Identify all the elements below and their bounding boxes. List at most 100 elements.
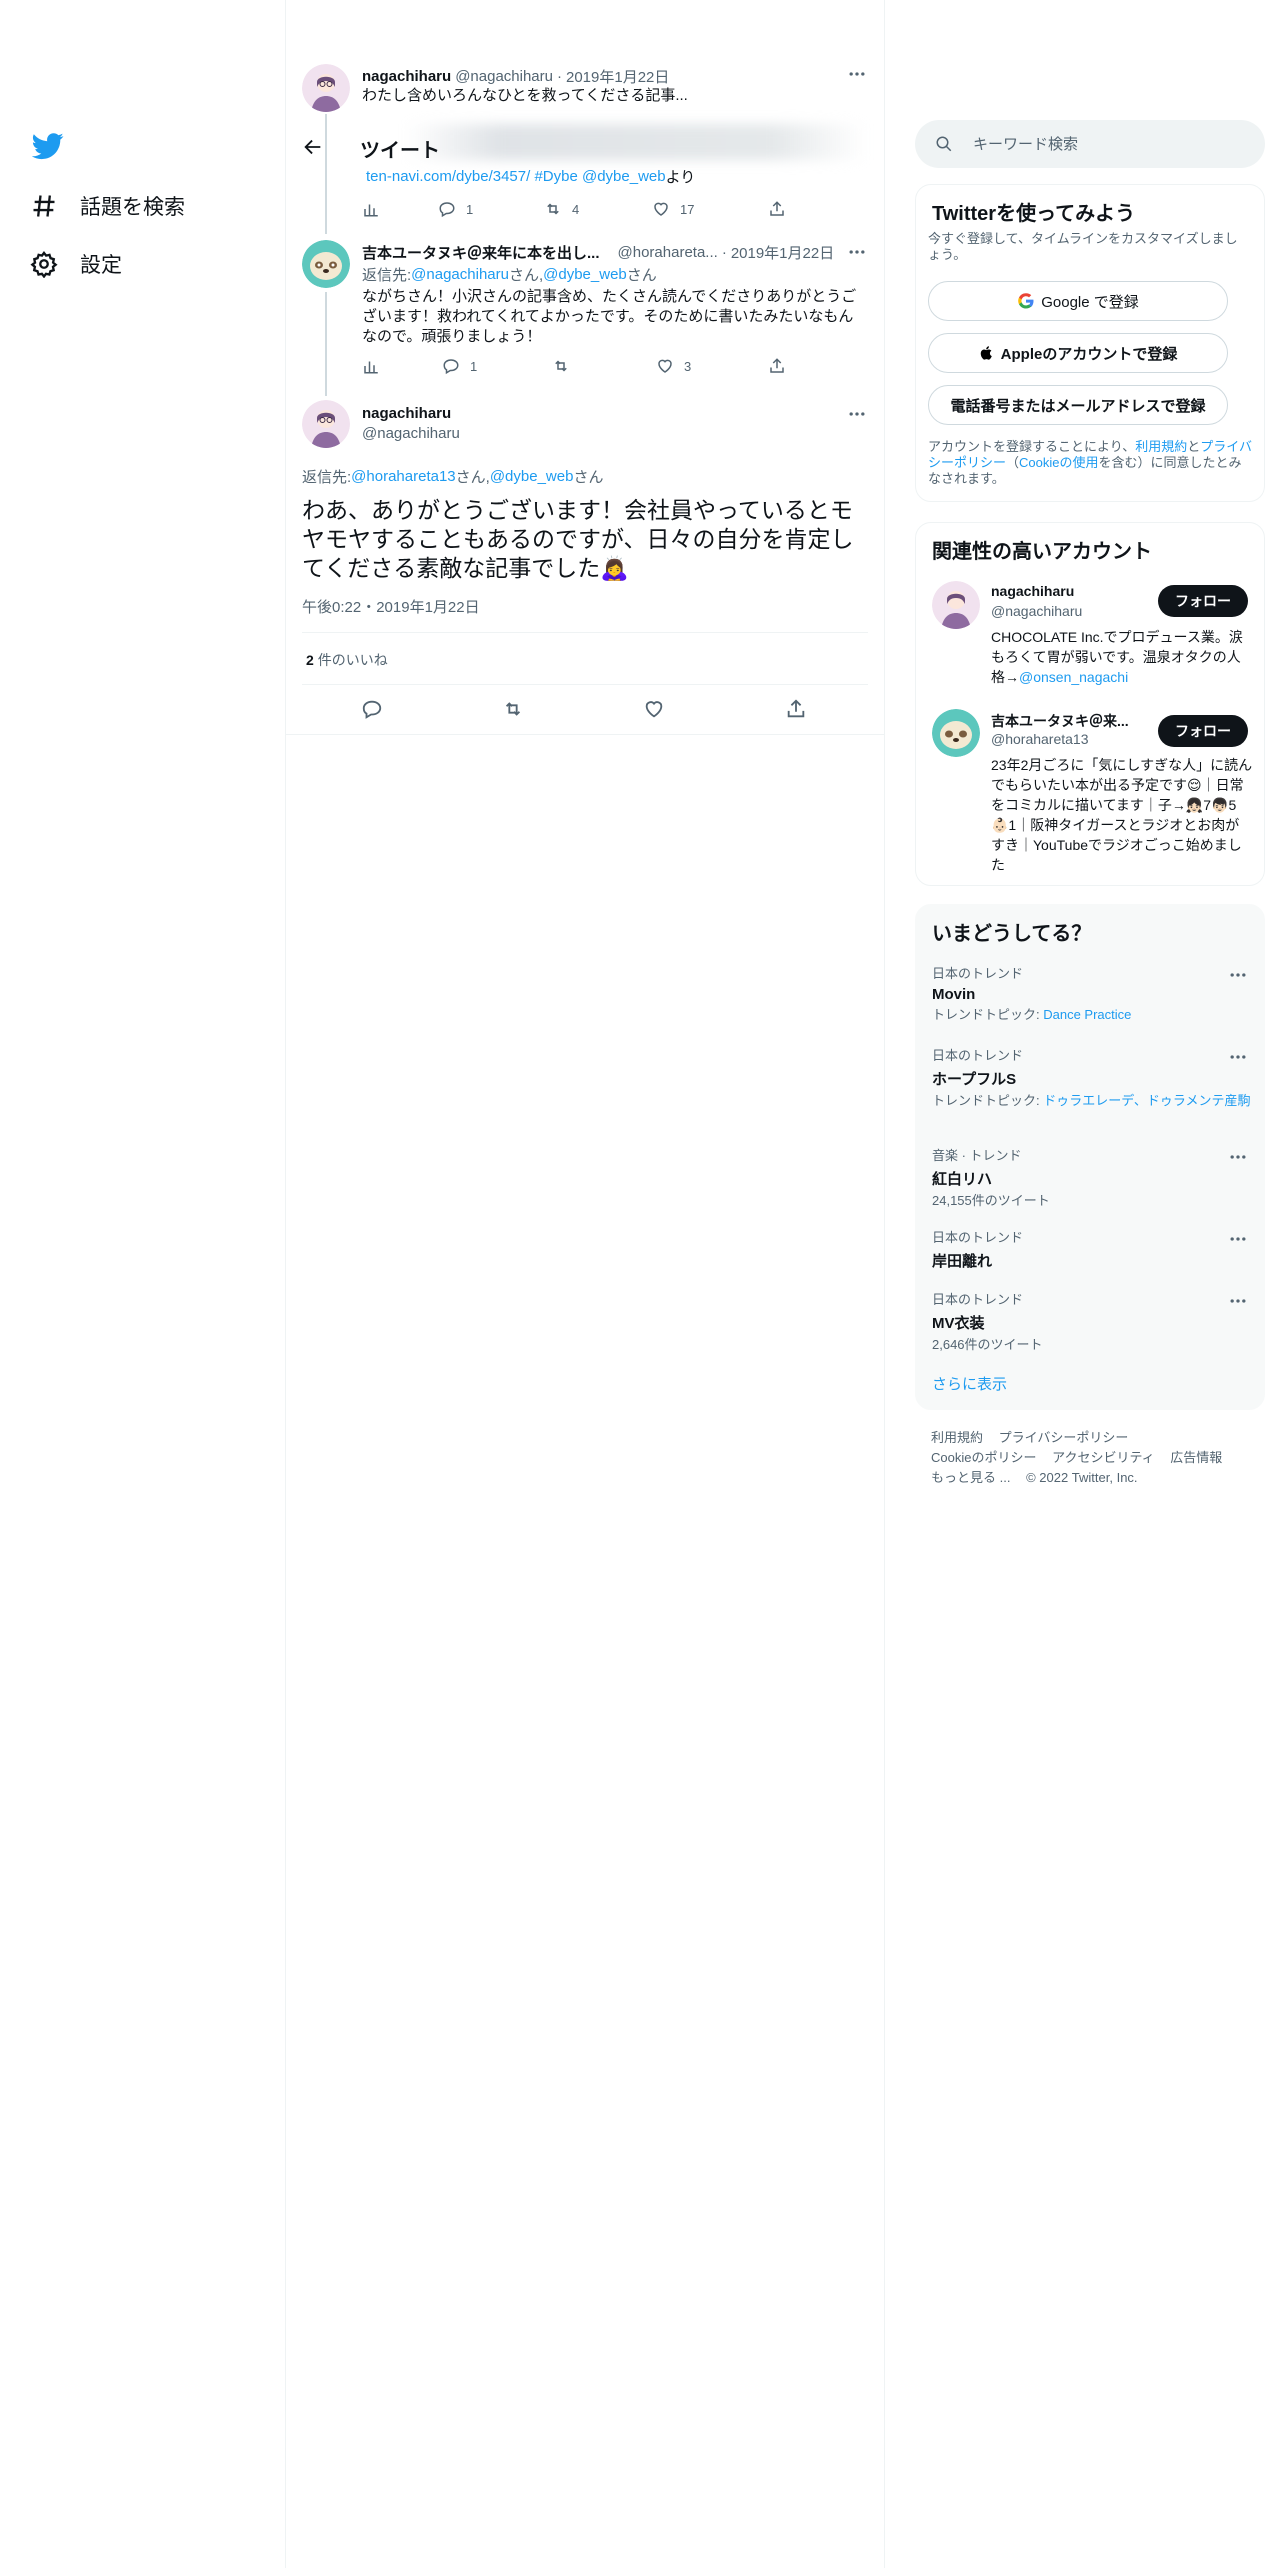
trend-topic-link[interactable]: Dance Practice [1043,1007,1131,1022]
twitter-logo-icon[interactable] [32,130,64,162]
mention-link[interactable]: @dybe_web [490,468,574,485]
trend-category: 日本のトレンド [932,1048,1024,1063]
more-icon[interactable] [1228,965,1248,985]
like-button[interactable]: 3 [656,357,691,375]
account-name[interactable]: nagachiharu [991,583,1074,599]
footer-accessibility-link[interactable]: アクセシビリティ [1052,1450,1155,1465]
mention-link[interactable]: @dybe_web [543,266,627,283]
heart-icon[interactable] [643,698,665,720]
avatar[interactable] [932,709,980,757]
follow-button[interactable]: フォロー [1158,585,1248,617]
footer-ads-link[interactable]: 広告情報 [1170,1450,1222,1465]
terms-link[interactable]: 利用規約 [1135,439,1187,454]
avatar[interactable] [932,581,980,629]
show-more-link[interactable]: さらに表示 [932,1373,1007,1394]
terms-text: （ [1006,455,1020,470]
author-handle[interactable]: @nagachiharu [362,425,460,442]
link-suffix: より [665,169,696,186]
google-signup-button[interactable]: Google で登録 [928,281,1228,321]
account-handle[interactable]: @horahareta13 [991,731,1089,747]
account-bio: 23年2月ごろに「気にしすぎな人」に読んでもらいたい本が出る予定です😌｜日常をコ… [991,757,1253,873]
tweet-text: ながちさん！小沢さんの記事含め、たくさん読んでくださりありがとうございます！救わ… [362,288,857,345]
footer-copyright: © 2022 Twitter, Inc. [1026,1470,1138,1485]
retweet-button[interactable]: 4 [544,200,579,218]
tweet-date[interactable]: 2019年1月22日 [731,242,834,263]
likes-summary[interactable]: 2 件のいいね [306,650,388,670]
search-bar[interactable] [915,120,1265,168]
footer-cookie-link[interactable]: Cookieのポリシー [931,1450,1036,1465]
trend-item[interactable]: 日本のトレンド ホープフルS トレンドトピック: ドゥラエレーデ、ドゥラメンテ産… [932,1045,1252,1109]
more-icon[interactable] [1228,1147,1248,1167]
trend-item[interactable]: 日本のトレンド 岸田離れ [932,1227,1252,1271]
analytics-button[interactable] [362,357,380,375]
nav-settings[interactable]: 設定 [30,244,122,284]
tweet-header: 吉本ユータヌキ＠来年に本を出し... @horahareta... · 2019… [362,242,834,263]
page-title: ツイート [360,140,440,162]
bio-mention-link[interactable]: @onsen_nagachi [1019,669,1128,685]
footer-more-link[interactable]: もっと見る ... [931,1470,1010,1485]
reply-button[interactable]: 1 [438,200,473,218]
tweet-timestamp[interactable]: 午後0:22・2019年1月22日 [302,596,480,617]
more-icon[interactable] [1228,1229,1248,1249]
trend-item[interactable]: 音楽 · トレンド 紅白リハ 24,155件のツイート [932,1145,1252,1209]
phone-email-signup-button[interactable]: 電話番号またはメールアドレスで登録 [928,385,1228,425]
more-icon[interactable] [847,404,867,424]
mention-link[interactable]: @dybe_web [582,168,666,185]
footer-links: 利用規約 プライバシーポリシー Cookieのポリシー アクセシビリティ 広告情… [931,1428,1251,1488]
mention-link[interactable]: @nagachiharu [411,266,509,283]
more-icon[interactable] [847,64,867,84]
reply-icon [443,359,459,375]
retweet-count: 4 [572,201,580,217]
author-handle[interactable]: @nagachiharu [455,68,553,85]
share-button[interactable] [768,200,786,218]
footer-terms-link[interactable]: 利用規約 [931,1430,983,1445]
follow-button[interactable]: フォロー [1158,715,1248,747]
tweet-url-link[interactable]: ten-navi.com/dybe/3457/ [366,168,530,185]
trend-title: Movin [932,986,976,1003]
tweet-date[interactable]: 2019年1月22日 [566,66,669,87]
analytics-button[interactable] [362,200,380,218]
divider [286,734,884,735]
apple-signup-button[interactable]: Appleのアカウントで登録 [928,333,1228,373]
reply-count: 1 [470,358,478,374]
more-icon[interactable] [847,242,867,262]
more-icon[interactable] [1228,1047,1248,1067]
author-name[interactable]: nagachiharu [362,405,451,422]
retweet-icon[interactable] [502,698,524,720]
trend-item[interactable]: 日本のトレンド MV衣装 2,646件のツイート [932,1289,1252,1353]
nav-explore[interactable]: 話題を検索 [30,186,185,226]
author-handle[interactable]: @horahareta... [618,244,718,261]
author-name[interactable]: 吉本ユータヌキ＠来年に本を出し... [362,242,600,263]
retweet-button[interactable] [552,357,580,375]
signup-title: Twitterを使ってみよう [932,203,1136,225]
account-handle[interactable]: @nagachiharu [991,603,1082,619]
avatar[interactable] [302,240,350,288]
trend-category: 日本のトレンド [932,1292,1024,1307]
reply-button[interactable]: 1 [442,357,477,375]
account-name[interactable]: 吉本ユータヌキ＠来... [991,711,1151,731]
footer-privacy-link[interactable]: プライバシーポリシー [999,1430,1129,1445]
search-input[interactable] [973,135,1233,153]
separator-dot: · [556,68,562,85]
trend-meta: 24,155件のツイート [932,1193,1050,1208]
reply-prefix: 返信先: [362,267,412,284]
cookie-link[interactable]: Cookieの使用 [1019,455,1098,470]
share-icon[interactable] [785,698,807,720]
back-arrow-icon[interactable] [302,136,324,158]
like-button[interactable]: 17 [652,200,694,218]
hashtag-link[interactable]: #Dybe [534,168,577,185]
trend-item[interactable]: 日本のトレンド Movin トレンドトピック: Dance Practice [932,963,1252,1023]
avatar[interactable] [302,400,350,448]
share-button[interactable] [768,357,786,375]
left-navigation: 話題を検索 設定 [0,0,285,2568]
trend-title: 紅白リハ [932,1171,993,1188]
reply-icon[interactable] [361,698,383,720]
avatar[interactable] [302,64,350,112]
trends-card: いまどうしてる？ 日本のトレンド Movin トレンドトピック: Dance P… [915,904,1265,1410]
reply-count: 1 [466,201,474,217]
trend-topic-link[interactable]: ドゥラエレーデ、ドゥラメンテ産駒 [1043,1093,1250,1108]
author-name[interactable]: nagachiharu [362,68,451,85]
mention-link[interactable]: @horahareta13 [351,468,455,485]
retweet-icon [555,360,567,372]
more-icon[interactable] [1228,1291,1248,1311]
